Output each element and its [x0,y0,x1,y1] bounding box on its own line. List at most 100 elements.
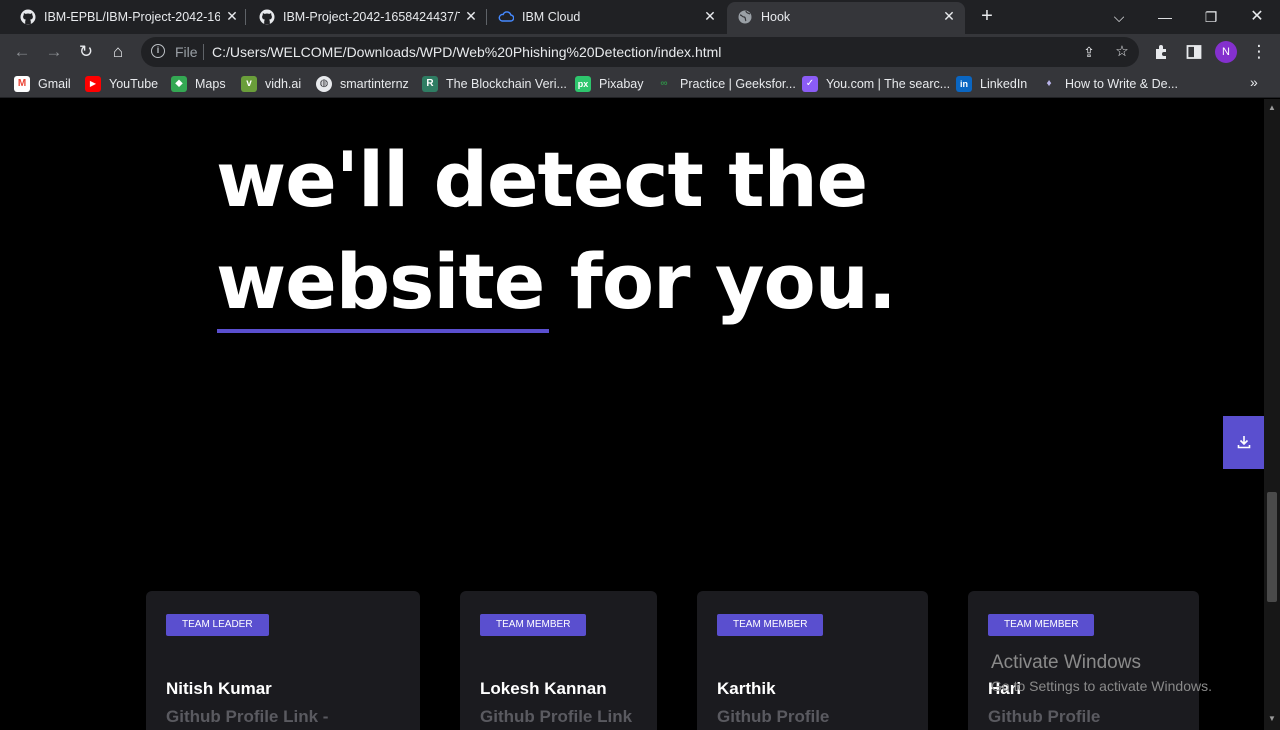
download-button[interactable] [1223,416,1264,469]
bookmark-youtube[interactable]: ▶ YouTube [85,75,158,93]
linkedin-icon: in [956,76,972,92]
vidhai-icon: v [241,76,257,92]
tab-github-project[interactable]: IBM-Project-2042-1658424437/T ✕ [246,0,486,34]
share-icon[interactable]: ⇪ [1079,42,1099,62]
ibm-cloud-icon [498,11,514,22]
team-card: TEAM LEADER Nitish Kumar Github Profile … [146,591,420,730]
bookmark-blockchain[interactable]: R The Blockchain Veri... [422,75,567,93]
bookmark-youcom[interactable]: ✓ You.com | The searc... [802,75,950,93]
download-icon [1237,436,1250,449]
bookmarks-overflow-icon[interactable]: » [1250,74,1258,90]
blockchain-icon: R [422,76,438,92]
bookmark-gmail[interactable]: M Gmail [14,75,71,93]
hero-heading-line-1: we'll detect the [216,135,868,224]
tab-github-epbl[interactable]: IBM-EPBL/IBM-Project-2042-165 ✕ [0,0,245,34]
bookmark-pixabay[interactable]: px Pixabay [575,75,643,93]
url-text[interactable]: C:/Users/WELCOME/Downloads/WPD/Web%20Phi… [212,44,721,60]
role-badge: TEAM MEMBER [988,614,1095,636]
bookmark-label: Gmail [38,77,71,91]
tab-title: IBM-EPBL/IBM-Project-2042-165 [44,10,220,24]
bookmark-vidhai[interactable]: v vidh.ai [241,75,301,93]
more-menu-icon[interactable]: ⋮ [1249,42,1269,62]
side-panel-icon[interactable] [1184,42,1204,62]
tab-search-chevron-icon[interactable]: ⌵ [1109,7,1129,27]
bookmark-label: How to Write & De... [1065,77,1178,91]
scroll-up-arrow-icon[interactable]: ▲ [1268,103,1276,112]
activate-windows-title: Activate Windows [991,652,1141,673]
address-divider [203,44,204,60]
profile-avatar[interactable]: N [1215,41,1237,63]
extensions-icon[interactable] [1152,42,1172,62]
page-viewport: we'll detect the website for you. TEAM L… [0,99,1264,730]
github-icon [259,9,275,25]
ethereum-icon: ♦ [1046,78,1052,89]
activate-windows-watermark: Activate Windows Go to Settings to activ… [991,652,1212,694]
team-card: TEAM MEMBER Karthik Github Profile [697,591,928,730]
tab-title: IBM-Project-2042-1658424437/T [283,10,460,24]
pixabay-icon: px [575,76,591,92]
youtube-icon: ▶ [85,76,101,92]
gmail-icon: M [14,76,30,92]
bookmark-label: The Blockchain Veri... [446,77,567,91]
reload-icon[interactable]: ↻ [76,42,96,62]
github-profile-link[interactable]: Github Profile [717,707,829,727]
address-bar[interactable]: i File C:/Users/WELCOME/Downloads/WPD/We… [141,37,1139,67]
vertical-scrollbar[interactable] [1264,99,1280,730]
role-badge: TEAM MEMBER [480,614,587,636]
globe-icon [738,10,752,24]
scheme-label: File [175,44,198,60]
bookmark-label: YouTube [109,77,159,91]
tab-hook[interactable]: Hook ✕ [727,2,965,34]
tab-strip: IBM-EPBL/IBM-Project-2042-165 ✕ IBM-Proj… [0,0,1280,34]
globe-icon: ◍ [316,76,332,92]
member-name: Karthik [717,679,776,698]
close-icon[interactable]: ✕ [463,8,479,24]
bookmark-smartinternz[interactable]: ◍ smartinternz [316,75,409,93]
bookmark-label: Pixabay [599,77,644,91]
bookmark-linkedin[interactable]: in LinkedIn [956,75,1027,93]
github-icon [20,9,36,25]
close-icon[interactable]: ✕ [224,8,240,24]
member-name: Lokesh Kannan [480,679,607,698]
github-profile-link[interactable]: Github Profile [988,707,1100,727]
minimize-button[interactable]: — [1155,7,1175,27]
github-profile-link[interactable]: Github Profile Link - [166,707,328,727]
youcom-icon: ✓ [802,76,818,92]
scrollbar-thumb[interactable] [1267,492,1277,602]
bookmark-label: Maps [195,77,226,91]
bookmark-label: vidh.ai [265,77,302,91]
bookmark-maps[interactable]: ⬥ Maps [171,75,226,93]
tab-title: IBM Cloud [522,10,581,24]
bookmark-how-to-write[interactable]: ♦ How to Write & De... [1041,75,1178,93]
tab-ibm-cloud[interactable]: IBM Cloud ✕ [487,0,727,34]
hero-underline [217,329,549,333]
bookmark-label: Practice | Geeksfor... [680,77,796,91]
window-close-button[interactable]: ✕ [1247,7,1267,27]
role-badge: TEAM MEMBER [717,614,824,636]
bookmark-star-icon[interactable]: ☆ [1112,42,1132,62]
back-arrow-icon[interactable]: ← [12,42,32,62]
bookmark-label: You.com | The searc... [826,77,951,91]
scroll-down-arrow-icon[interactable]: ▼ [1268,714,1276,723]
role-badge: TEAM LEADER [166,614,269,636]
tab-title: Hook [761,10,791,24]
restore-button[interactable]: ❐ [1201,7,1221,27]
home-icon[interactable]: ⌂ [108,42,128,62]
team-card: TEAM MEMBER Lokesh Kannan Github Profile… [460,591,657,730]
maps-icon: ⬥ [171,76,187,92]
forward-arrow-icon[interactable]: → [44,42,64,62]
github-profile-link[interactable]: Github Profile Link [480,707,632,727]
bookmark-label: smartinternz [340,77,409,91]
bookmarks-bar: M Gmail ▶ YouTube ⬥ Maps v vidh.ai ◍ sma… [0,70,1280,98]
geeksforgeeks-icon: ∞ [660,78,668,89]
member-name: Nitish Kumar [166,679,272,698]
activate-windows-subtitle: Go to Settings to activate Windows. [991,678,1212,694]
bookmark-geeksforgeeks[interactable]: ∞ Practice | Geeksfor... [656,75,796,93]
hero-heading-line-2: website for you. [216,237,897,326]
close-icon[interactable]: ✕ [941,8,957,24]
new-tab-button[interactable]: + [977,6,997,26]
close-icon[interactable]: ✕ [702,8,718,24]
info-icon[interactable]: i [151,44,165,58]
browser-toolbar: ← → ↻ ⌂ i File C:/Users/WELCOME/Download… [0,34,1280,70]
bookmark-label: LinkedIn [980,77,1028,91]
